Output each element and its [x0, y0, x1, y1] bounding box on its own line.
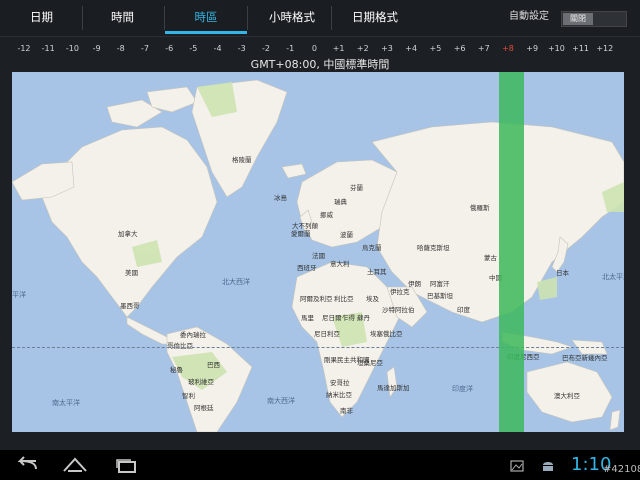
map-label-ireland: 愛爾蘭 — [291, 230, 311, 238]
tab-date[interactable]: 日期 — [30, 0, 53, 34]
map-label-spain: 西班牙 — [297, 264, 317, 272]
ocean-label-south-atlantic: 南大西洋 — [267, 397, 295, 405]
tab-divider — [247, 6, 248, 30]
map-label-turkey: 土耳其 — [367, 268, 387, 276]
map-label-mexico: 墨西哥 — [120, 302, 140, 310]
map-label-papua: 巴布亞新幾內亞 — [562, 354, 608, 362]
map-label-france: 法國 — [312, 252, 325, 260]
ocean-label-north-atlantic: 北大西洋 — [222, 278, 250, 286]
map-label-venezuela: 委內瑞拉 — [180, 331, 206, 339]
auto-setting-toggle[interactable]: 關閉 — [561, 11, 627, 27]
map-label-mongolia: 蒙古 — [484, 254, 497, 262]
map-label-japan: 日本 — [556, 269, 569, 277]
map-label-iceland: 冰島 — [274, 194, 287, 202]
map-label-russia: 俄羅斯 — [470, 204, 490, 212]
map-label-canada: 加拿大 — [118, 230, 138, 238]
recent-apps-icon[interactable] — [113, 455, 139, 479]
tab-bar: 日期 時間 時區 小時格式 日期格式 自動設定 關閉 — [0, 0, 640, 37]
tab-divider — [331, 6, 332, 30]
tab-timezone[interactable]: 時區 — [165, 0, 247, 34]
tab-date-format[interactable]: 日期格式 — [352, 0, 398, 34]
map-label-greenland: 格陵蘭 — [232, 156, 252, 164]
selected-timezone-label: GMT+08:00, 中國標準時間 — [250, 58, 390, 71]
map-label-afghanistan: 阿富汗 — [430, 280, 450, 288]
map-label-ethiopia: 埃塞俄比亞 — [370, 330, 403, 338]
map-label-niger: 尼日爾 — [322, 314, 342, 322]
map-label-kazakhstan: 哈薩克斯坦 — [417, 244, 450, 252]
tab-divider — [82, 6, 83, 30]
map-label-tanzania: 坦桑尼亞 — [357, 359, 383, 367]
world-map[interactable]: 北大西洋 平洋 南太平洋 南大西洋 印度洋 北太平洋 格陵蘭 加拿大 美國 墨西… — [12, 72, 624, 432]
ocean-label-south-pacific: 南太平洋 — [52, 399, 80, 407]
map-label-chad: 乍得 — [342, 314, 355, 322]
equator-line — [12, 347, 624, 348]
map-label-chile: 智利 — [182, 392, 195, 400]
map-label-norway: 挪威 — [320, 211, 333, 219]
selected-timezone-band[interactable] — [499, 72, 524, 432]
map-label-mali: 馬里 — [301, 314, 314, 322]
map-label-bolivia: 玻利維亞 — [188, 378, 214, 386]
map-label-libya: 利比亞 — [334, 295, 354, 303]
map-label-brazil: 巴西 — [207, 361, 220, 369]
map-label-egypt: 埃及 — [366, 295, 379, 303]
map-label-poland: 波蘭 — [340, 231, 353, 239]
map-label-iran: 伊朗 — [408, 280, 421, 288]
map-label-south-africa: 南非 — [340, 407, 353, 415]
map-label-usa: 美國 — [125, 269, 138, 277]
map-label-peru: 秘魯 — [170, 366, 183, 374]
map-label-sweden: 瑞典 — [334, 198, 347, 206]
map-label-sudan: 蘇丹 — [357, 314, 370, 322]
watermark-text: #42108 — [603, 464, 640, 475]
tab-hour-format[interactable]: 小時格式 — [269, 0, 315, 34]
ocean-label-north-pacific: 北太平洋 — [602, 273, 624, 281]
map-label-finland: 芬蘭 — [350, 184, 363, 192]
map-label-colombia: 哥倫比亞 — [167, 342, 193, 350]
gallery-notification-icon[interactable] — [510, 458, 524, 477]
map-label-madagascar: 馬達加斯加 — [377, 384, 410, 392]
map-label-namibia: 納米比亞 — [326, 391, 352, 399]
map-label-angola: 安哥拉 — [330, 379, 350, 387]
system-nav-bar: 1:10 #42108 — [0, 450, 640, 480]
home-icon[interactable] — [62, 455, 88, 479]
ocean-label-indian: 印度洋 — [452, 385, 473, 393]
map-label-saudi: 沙特阿拉伯 — [382, 306, 415, 314]
map-label-algeria: 阿爾及利亞 — [300, 295, 333, 303]
map-label-pakistan: 巴基斯坦 — [427, 292, 453, 300]
map-label-iraq: 伊拉克 — [390, 288, 410, 296]
map-label-ukraine: 烏克蘭 — [362, 244, 382, 252]
toggle-state-text: 關閉 — [563, 13, 593, 25]
tab-time[interactable]: 時間 — [111, 0, 134, 34]
ocean-label-pacific-left: 平洋 — [12, 291, 26, 299]
android-debug-icon[interactable] — [540, 457, 556, 477]
auto-setting-label: 自動設定 — [509, 11, 549, 22]
map-label-australia: 澳大利亞 — [554, 392, 580, 400]
back-icon[interactable] — [14, 455, 40, 479]
map-label-india: 印度 — [457, 306, 470, 314]
map-label-argentina: 阿根廷 — [194, 404, 214, 412]
map-label-nigeria: 尼日利亞 — [314, 330, 340, 338]
map-label-italy: 意大利 — [330, 260, 350, 268]
